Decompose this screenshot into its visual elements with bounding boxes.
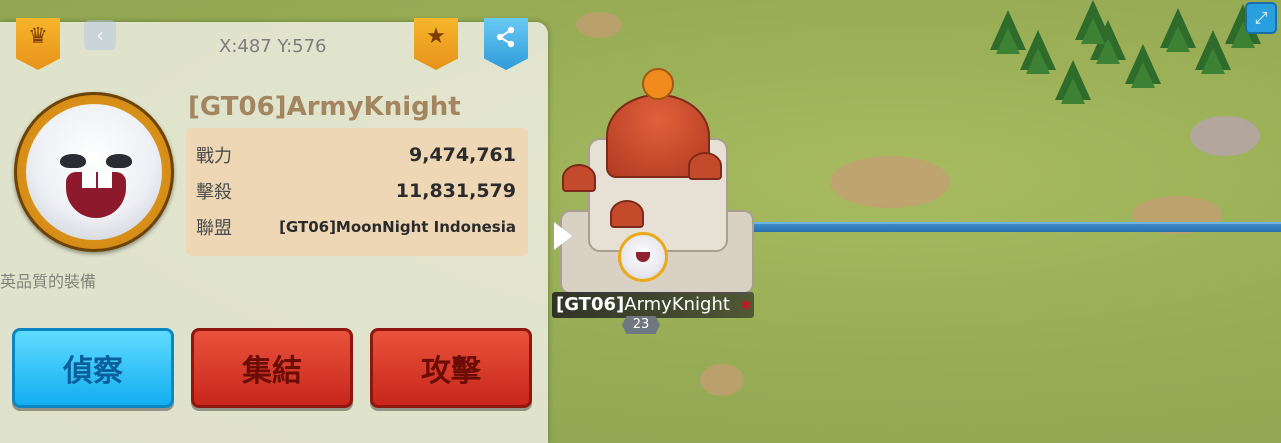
- flag-icon: ✱: [740, 298, 752, 314]
- scout-button[interactable]: 偵察: [12, 328, 174, 408]
- star-icon: ★: [426, 24, 446, 49]
- attack-button[interactable]: 攻擊: [370, 328, 532, 408]
- coordinates-text: X:487 Y:576: [219, 36, 327, 57]
- city-avatar: [618, 232, 668, 282]
- share-icon: [495, 26, 517, 53]
- background-equipment-text: 英品質的裝備: [0, 272, 97, 291]
- stat-value: 11,831,579: [395, 180, 516, 202]
- stat-value: 9,474,761: [409, 144, 516, 166]
- player-stats: 戰力 9,474,761 擊殺 11,831,579 聯盟 [GT06]Moon…: [186, 128, 528, 256]
- play-arrow-icon[interactable]: [554, 222, 572, 250]
- stat-row-power: 戰力 9,474,761: [196, 140, 516, 170]
- city-name-label[interactable]: [GT06]ArmyKnight: [552, 292, 754, 318]
- stat-row-alliance: 聯盟 [GT06]MoonNight Indonesia: [196, 212, 516, 242]
- city-name-text: ArmyKnight: [624, 294, 730, 315]
- player-avatar[interactable]: [14, 92, 174, 252]
- stat-label: 聯盟: [196, 218, 232, 239]
- stat-label: 戰力: [196, 146, 232, 167]
- player-name: [GT06]ArmyKnight: [188, 92, 461, 122]
- rally-button[interactable]: 集結: [191, 328, 353, 408]
- back-arrow-icon[interactable]: ‹: [84, 20, 116, 50]
- player-city[interactable]: [560, 60, 760, 300]
- alliance-link[interactable]: [GT06]MoonNight Indonesia: [279, 218, 516, 236]
- city-name-tag: [GT06]: [556, 294, 625, 315]
- expand-icon[interactable]: ⤢: [1245, 2, 1277, 34]
- city-level-badge: 23: [622, 316, 660, 334]
- crown-icon: ♛: [28, 24, 48, 49]
- stat-row-kills: 擊殺 11,831,579: [196, 176, 516, 206]
- stat-label: 擊殺: [196, 182, 232, 203]
